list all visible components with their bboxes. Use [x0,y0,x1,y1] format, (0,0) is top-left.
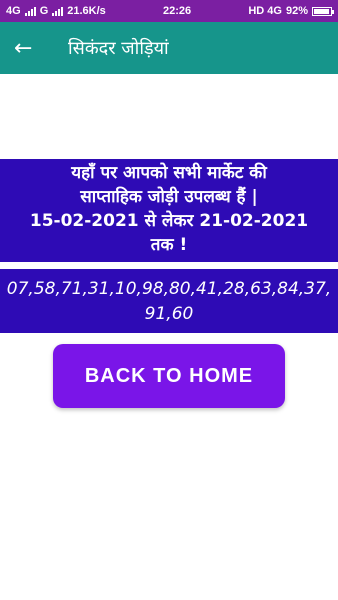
notice-line-3: 15-02-2021 से लेकर 21-02-2021 [29,211,309,231]
status-left: 4G G 21.6K/s [6,5,106,17]
clock: 22:26 [162,5,192,17]
network-type-1: 4G [6,5,21,17]
arrow-left-icon[interactable]: ← [14,36,54,61]
notice-line-1: यहाँ पर आपको सभी मार्केट की [71,163,267,183]
battery-percent: 92% [285,5,308,17]
battery-icon [311,6,334,16]
app-bar: ← सिकंदर जोड़ियां [0,22,338,74]
notice-banner: यहाँ पर आपको सभी मार्केट की साप्ताहिक जो… [0,159,338,262]
jodi-numbers: 07,58,71,31,10,98,80,41,28,63,84,37,91,6… [0,269,338,333]
battery-fill [313,8,329,14]
status-bar: 4G G 21.6K/s 22:26 HD 4G 92% [0,0,338,22]
status-right: HD 4G 92% [248,5,334,17]
page-title: सिकंदर जोड़ियां [68,38,169,59]
notice-line-2: साप्ताहिक जोड़ी उपलब्ध हैं | [80,187,258,207]
signal-icon-2 [52,6,64,16]
network-speed: 21.6K/s [67,5,106,17]
network-type-2: G [39,5,49,17]
signal-icon [24,6,36,16]
network-type-right: HD 4G [248,5,282,17]
back-to-home-button[interactable]: BACK TO HOME [53,344,285,408]
notice-line-4: तक ! [150,235,188,255]
